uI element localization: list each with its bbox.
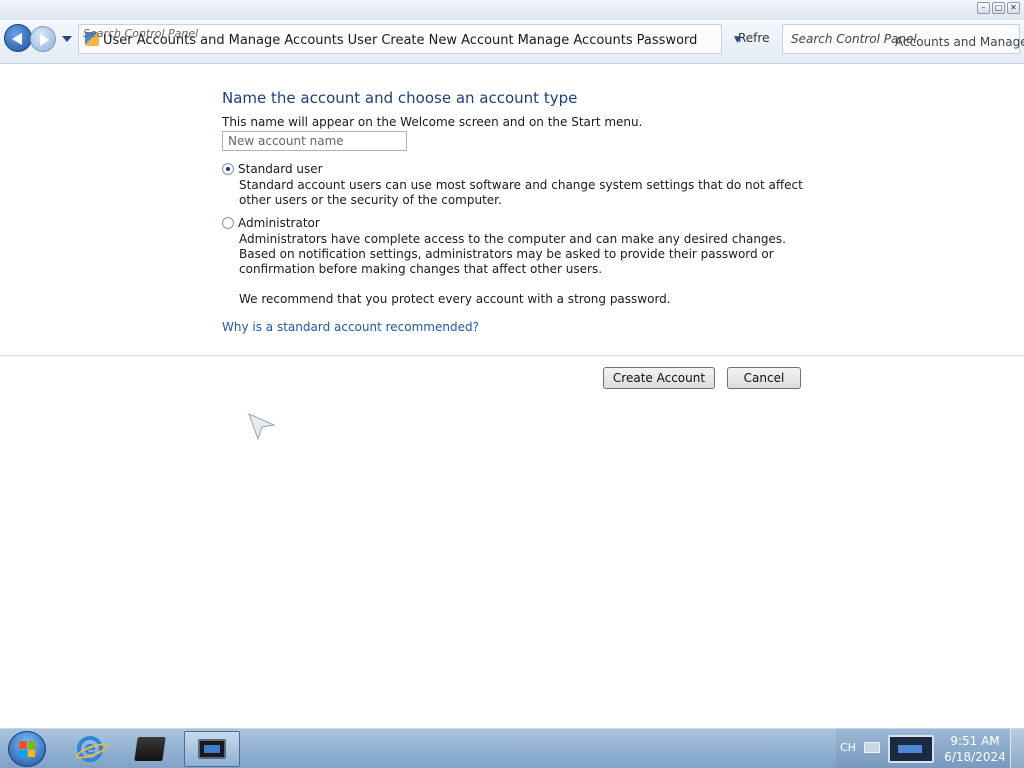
breadcrumb-password[interactable]: Password	[637, 33, 698, 48]
search-ghost-text: Accounts and Manage	[895, 35, 1024, 49]
refresh-button[interactable]: ▼ Refre	[728, 26, 774, 48]
page-title: Name the account and choose an account t…	[222, 89, 578, 107]
navigation-bar: Search Control Panel User Accounts and M…	[0, 20, 1024, 64]
standard-user-radio[interactable]	[222, 163, 234, 175]
internet-explorer-icon: e	[74, 736, 110, 762]
library-box-icon	[134, 737, 166, 761]
breadcrumb-manage-accounts-2[interactable]: Manage Accounts	[518, 33, 633, 48]
administrator-radio[interactable]	[222, 217, 234, 229]
title-bar: – ▢ ✕	[0, 0, 1024, 20]
control-panel-window-icon	[198, 739, 226, 759]
breadcrumb-create-new-account[interactable]: Create New Account	[381, 33, 513, 48]
clock[interactable]: 9:51 AM 6/18/2024	[940, 733, 1010, 765]
standard-user-option[interactable]: Standard user	[222, 162, 323, 176]
close-button[interactable]: ✕	[1007, 2, 1020, 14]
address-bar[interactable]: Search Control Panel User Accounts and M…	[78, 24, 722, 54]
taskbar-control-panel[interactable]	[184, 731, 240, 767]
chevron-down-icon: ▼	[734, 35, 741, 45]
search-box[interactable]: Search Control Panel Accounts and Manage	[782, 24, 1024, 54]
taskbar-libraries[interactable]	[122, 731, 178, 767]
minimize-button[interactable]: –	[977, 2, 990, 14]
taskbar-internet-explorer[interactable]: e	[62, 731, 118, 767]
language-indicator[interactable]: CH	[840, 741, 856, 754]
standard-user-label: Standard user	[238, 162, 323, 176]
maximize-button[interactable]: ▢	[992, 2, 1005, 14]
system-tray: CH 9:51 AM 6/18/2024	[836, 729, 1024, 768]
breadcrumb-manage-accounts[interactable]: Manage Accounts	[229, 33, 344, 48]
recent-pages-chevron-icon[interactable]	[62, 36, 72, 42]
password-recommendation: We recommend that you protect every acco…	[239, 292, 671, 306]
standard-user-description: Standard account users can use most soft…	[239, 178, 803, 207]
administrator-description: Administrators have complete access to t…	[239, 232, 786, 276]
clock-date: 6/18/2024	[944, 750, 1006, 764]
clock-time: 9:51 AM	[950, 734, 1000, 748]
show-desktop-button[interactable]	[1010, 729, 1024, 768]
breadcrumb-user[interactable]: User	[348, 33, 378, 48]
refresh-label: Refre	[738, 31, 770, 45]
administrator-option[interactable]: Administrator	[222, 216, 320, 230]
window-controls: – ▢ ✕	[977, 2, 1020, 14]
forward-arrow-icon[interactable]	[30, 26, 56, 52]
divider	[0, 355, 1024, 356]
breadcrumb: User Accounts and Manage Accounts User C…	[103, 33, 697, 48]
windows-logo-icon	[19, 741, 35, 757]
start-button[interactable]	[8, 731, 46, 767]
account-name-input[interactable]	[222, 131, 407, 151]
keyboard-icon[interactable]	[864, 742, 880, 753]
standard-account-help-link[interactable]: Why is a standard account recommended?	[222, 320, 479, 334]
network-icon[interactable]	[888, 735, 934, 763]
create-account-button[interactable]: Create Account	[603, 367, 715, 389]
breadcrumb-user-accounts[interactable]: User Accounts and	[103, 33, 225, 48]
cancel-button[interactable]: Cancel	[727, 367, 801, 389]
page-subtitle: This name will appear on the Welcome scr…	[222, 115, 643, 129]
content-area: Name the account and choose an account t…	[0, 65, 1024, 728]
back-arrow-icon[interactable]	[4, 24, 32, 52]
taskbar: e CH 9:51 AM 6/18/2024	[0, 728, 1024, 768]
title-bar-glass	[0, 0, 1024, 20]
administrator-label: Administrator	[238, 216, 320, 230]
